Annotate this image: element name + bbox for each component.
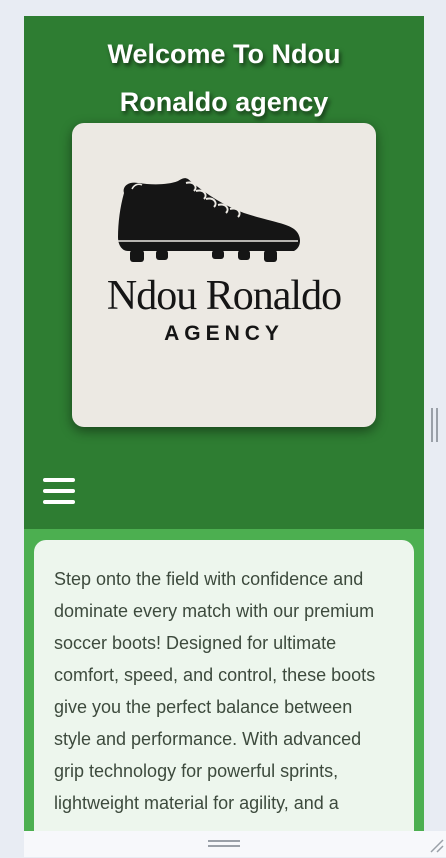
resize-grip-icon[interactable] bbox=[428, 837, 444, 853]
page-viewport[interactable]: Welcome To Ndou Ronaldo agency Ndou Rona… bbox=[24, 16, 424, 831]
bottom-drag-handle[interactable] bbox=[208, 840, 240, 848]
site-header: Welcome To Ndou Ronaldo agency Ndou Rona… bbox=[24, 16, 424, 529]
page-title-line-1: Welcome To Ndou bbox=[107, 39, 341, 69]
page-title: Welcome To Ndou Ronaldo agency bbox=[24, 30, 424, 126]
hamburger-menu-icon[interactable] bbox=[43, 478, 75, 506]
description-text: Step onto the field with confidence and … bbox=[54, 569, 376, 813]
agency-logo: Ndou Ronaldo AGENCY bbox=[72, 123, 376, 427]
description-card: Step onto the field with confidence and … bbox=[34, 540, 414, 831]
brand-name: Ndou Ronaldo bbox=[106, 273, 342, 319]
side-resize-handle[interactable] bbox=[431, 408, 439, 442]
page-title-line-2: Ronaldo agency bbox=[119, 87, 329, 117]
brand-subtitle: AGENCY bbox=[164, 322, 284, 345]
